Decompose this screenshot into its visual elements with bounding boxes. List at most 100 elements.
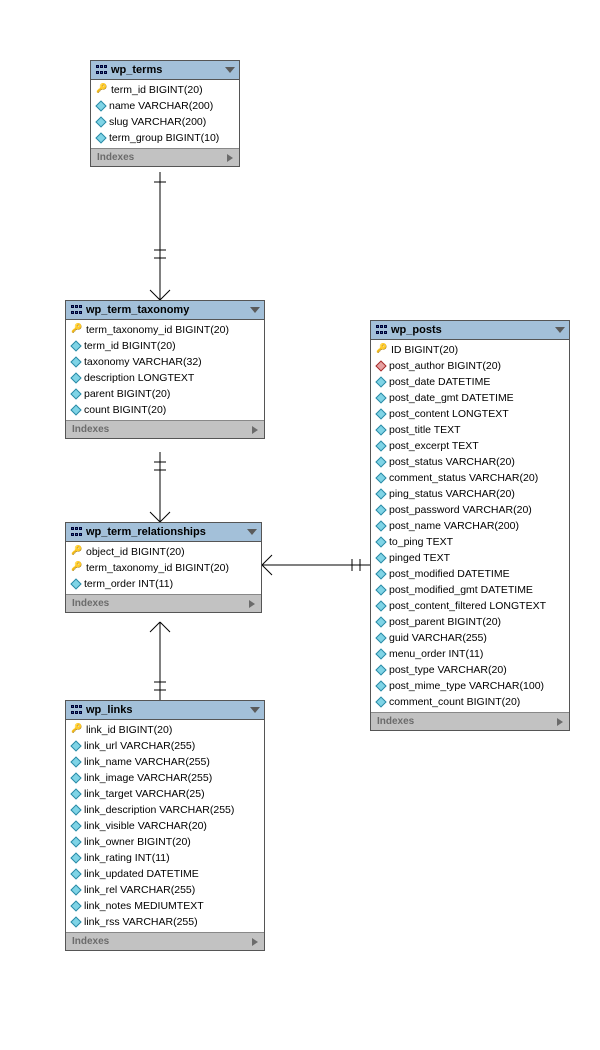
column-row[interactable]: to_ping TEXT <box>371 534 569 550</box>
column-row[interactable]: post_status VARCHAR(20) <box>371 454 569 470</box>
column-icon <box>375 472 386 483</box>
column-row[interactable]: post_type VARCHAR(20) <box>371 662 569 678</box>
column-label: link_notes MEDIUMTEXT <box>84 900 204 912</box>
column-row[interactable]: menu_order INT(11) <box>371 646 569 662</box>
column-label: comment_count BIGINT(20) <box>389 696 520 708</box>
column-label: ID BIGINT(20) <box>391 344 458 356</box>
column-row[interactable]: term_taxonomy_id BIGINT(20) <box>66 560 261 576</box>
column-label: link_rss VARCHAR(255) <box>84 916 198 928</box>
column-label: term_taxonomy_id BIGINT(20) <box>86 562 229 574</box>
column-label: term_order INT(11) <box>84 578 173 590</box>
chevron-down-icon[interactable] <box>250 307 260 313</box>
column-row[interactable]: link_notes MEDIUMTEXT <box>66 898 264 914</box>
table-wp-terms[interactable]: wp_terms term_id BIGINT(20)name VARCHAR(… <box>90 60 240 167</box>
chevron-down-icon[interactable] <box>225 67 235 73</box>
table-wp-links[interactable]: wp_links link_id BIGINT(20)link_url VARC… <box>65 700 265 951</box>
column-row[interactable]: ping_status VARCHAR(20) <box>371 486 569 502</box>
column-row[interactable]: object_id BIGINT(20) <box>66 544 261 560</box>
table-header[interactable]: wp_posts <box>371 321 569 340</box>
column-row[interactable]: link_updated DATETIME <box>66 866 264 882</box>
column-row[interactable]: post_author BIGINT(20) <box>371 358 569 374</box>
column-row[interactable]: link_id BIGINT(20) <box>66 722 264 738</box>
column-row[interactable]: ID BIGINT(20) <box>371 342 569 358</box>
column-row[interactable]: post_excerpt TEXT <box>371 438 569 454</box>
column-label: post_modified DATETIME <box>389 568 510 580</box>
indexes-bar[interactable]: Indexes <box>66 594 261 612</box>
column-row[interactable]: post_password VARCHAR(20) <box>371 502 569 518</box>
column-row[interactable]: post_modified_gmt DATETIME <box>371 582 569 598</box>
column-row[interactable]: name VARCHAR(200) <box>91 98 239 114</box>
column-row[interactable]: post_name VARCHAR(200) <box>371 518 569 534</box>
table-header[interactable]: wp_term_relationships <box>66 523 261 542</box>
primary-key-icon <box>72 725 82 735</box>
column-row[interactable]: link_description VARCHAR(255) <box>66 802 264 818</box>
column-row[interactable]: link_name VARCHAR(255) <box>66 754 264 770</box>
column-row[interactable]: term_id BIGINT(20) <box>66 338 264 354</box>
indexes-bar[interactable]: Indexes <box>66 932 264 950</box>
table-title: wp_links <box>86 704 132 716</box>
column-row[interactable]: post_title TEXT <box>371 422 569 438</box>
chevron-down-icon[interactable] <box>247 529 257 535</box>
column-row[interactable]: link_rating INT(11) <box>66 850 264 866</box>
column-row[interactable]: post_date_gmt DATETIME <box>371 390 569 406</box>
column-label: post_excerpt TEXT <box>389 440 479 452</box>
column-icon <box>70 884 81 895</box>
column-row[interactable]: slug VARCHAR(200) <box>91 114 239 130</box>
column-row[interactable]: post_mime_type VARCHAR(100) <box>371 678 569 694</box>
column-icon <box>70 852 81 863</box>
column-row[interactable]: term_order INT(11) <box>66 576 261 592</box>
column-list: object_id BIGINT(20) term_taxonomy_id BIG… <box>66 542 261 594</box>
indexes-bar[interactable]: Indexes <box>66 420 264 438</box>
column-row[interactable]: link_visible VARCHAR(20) <box>66 818 264 834</box>
column-row[interactable]: term_group BIGINT(10) <box>91 130 239 146</box>
column-row[interactable]: count BIGINT(20) <box>66 402 264 418</box>
column-row[interactable]: comment_status VARCHAR(20) <box>371 470 569 486</box>
column-row[interactable]: post_date DATETIME <box>371 374 569 390</box>
column-icon <box>70 740 81 751</box>
column-row[interactable]: link_url VARCHAR(255) <box>66 738 264 754</box>
column-row[interactable]: term_taxonomy_id BIGINT(20) <box>66 322 264 338</box>
primary-key-icon <box>72 547 82 557</box>
column-row[interactable]: guid VARCHAR(255) <box>371 630 569 646</box>
indexes-label: Indexes <box>97 152 134 163</box>
column-label: post_name VARCHAR(200) <box>389 520 519 532</box>
expand-right-icon <box>252 426 258 434</box>
indexes-label: Indexes <box>72 424 109 435</box>
column-row[interactable]: post_content LONGTEXT <box>371 406 569 422</box>
table-icon <box>70 526 82 538</box>
table-header[interactable]: wp_term_taxonomy <box>66 301 264 320</box>
column-label: link_owner BIGINT(20) <box>84 836 191 848</box>
table-header[interactable]: wp_terms <box>91 61 239 80</box>
column-list: link_id BIGINT(20)link_url VARCHAR(255)l… <box>66 720 264 932</box>
table-wp-posts[interactable]: wp_posts ID BIGINT(20) post_author BIGINT… <box>370 320 570 731</box>
chevron-down-icon[interactable] <box>555 327 565 333</box>
column-row[interactable]: link_target VARCHAR(25) <box>66 786 264 802</box>
column-row[interactable]: link_rss VARCHAR(255) <box>66 914 264 930</box>
column-icon <box>375 504 386 515</box>
column-row[interactable]: term_id BIGINT(20) <box>91 82 239 98</box>
column-row[interactable]: post_content_filtered LONGTEXT <box>371 598 569 614</box>
column-row[interactable]: link_rel VARCHAR(255) <box>66 882 264 898</box>
column-row[interactable]: description LONGTEXT <box>66 370 264 386</box>
column-icon <box>70 772 81 783</box>
column-row[interactable]: link_image VARCHAR(255) <box>66 770 264 786</box>
table-wp-term-relationships[interactable]: wp_term_relationships object_id BIGINT(2… <box>65 522 262 613</box>
column-list: term_taxonomy_id BIGINT(20)term_id BIGIN… <box>66 320 264 420</box>
column-icon <box>70 340 81 351</box>
column-row[interactable]: comment_count BIGINT(20) <box>371 694 569 710</box>
table-wp-term-taxonomy[interactable]: wp_term_taxonomy term_taxonomy_id BIGINT… <box>65 300 265 439</box>
indexes-bar[interactable]: Indexes <box>91 148 239 166</box>
column-row[interactable]: pinged TEXT <box>371 550 569 566</box>
column-row[interactable]: taxonomy VARCHAR(32) <box>66 354 264 370</box>
column-label: description LONGTEXT <box>84 372 194 384</box>
column-row[interactable]: parent BIGINT(20) <box>66 386 264 402</box>
table-header[interactable]: wp_links <box>66 701 264 720</box>
column-row[interactable]: post_parent BIGINT(20) <box>371 614 569 630</box>
indexes-label: Indexes <box>72 598 109 609</box>
column-label: link_rating INT(11) <box>84 852 170 864</box>
column-list: ID BIGINT(20)post_author BIGINT(20)post_… <box>371 340 569 712</box>
indexes-bar[interactable]: Indexes <box>371 712 569 730</box>
column-row[interactable]: post_modified DATETIME <box>371 566 569 582</box>
chevron-down-icon[interactable] <box>250 707 260 713</box>
column-row[interactable]: link_owner BIGINT(20) <box>66 834 264 850</box>
